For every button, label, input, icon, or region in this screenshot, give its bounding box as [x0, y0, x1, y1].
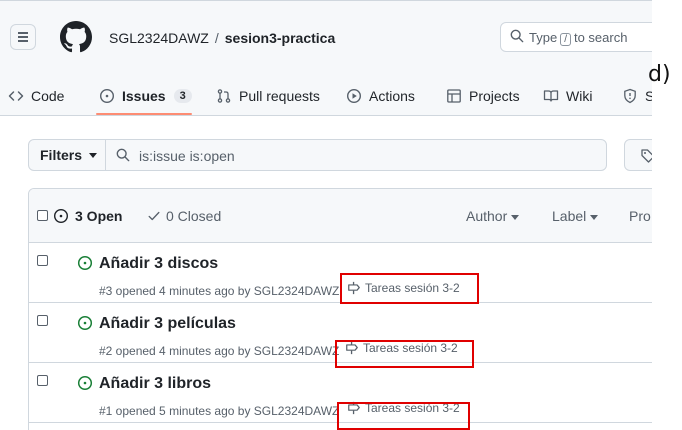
shield-icon: [624, 88, 636, 104]
table-icon: [447, 89, 461, 103]
search-input[interactable]: Type / to search: [500, 22, 652, 52]
breadcrumb-separator: /: [214, 30, 219, 46]
highlight-box: [337, 402, 470, 430]
issue-opened-icon: [77, 255, 93, 271]
git-pull-request-icon: [217, 89, 231, 103]
chevron-down-icon: [590, 214, 599, 220]
top-divider: [0, 0, 652, 1]
issue-opened-icon: [77, 375, 93, 391]
chevron-down-icon: [511, 214, 520, 220]
play-icon: [346, 88, 362, 104]
projects-filter[interactable]: Pro: [629, 208, 651, 224]
closed-issues-filter[interactable]: 0 Closed: [147, 208, 221, 224]
tab-code[interactable]: Code: [8, 76, 64, 116]
tab-issues[interactable]: Issues 3: [99, 76, 192, 116]
issue-title-link[interactable]: Añadir 3 películas: [99, 315, 236, 333]
github-logo-icon[interactable]: [60, 21, 92, 53]
issue-search-input[interactable]: is:issue is:open: [105, 139, 607, 171]
issue-checkbox[interactable]: [37, 255, 48, 266]
breadcrumb: SGL2324DAWZ / sesion3-practica: [109, 30, 335, 46]
issue-meta: #3 opened 4 minutes ago by SGL2324DAWZ: [99, 284, 340, 298]
issue-opened-icon: [53, 208, 69, 224]
code-icon: [8, 91, 24, 101]
search-placeholder: Type / to search: [529, 30, 628, 46]
search-icon: [510, 29, 524, 43]
tab-projects[interactable]: Projects: [446, 76, 520, 116]
author-filter[interactable]: Author: [466, 208, 520, 224]
issues-count-badge: 3: [173, 89, 192, 103]
annotation-label: d): [648, 62, 671, 87]
highlight-box: [335, 340, 474, 368]
labels-button[interactable]: [624, 139, 652, 171]
search-shortcut-key: /: [560, 33, 571, 46]
repo-header: SGL2324DAWZ / sesion3-practica Type / to sea…: [0, 0, 652, 116]
issue-search-query: is:issue is:open: [139, 148, 235, 164]
highlight-box: [340, 273, 479, 304]
tag-icon: [641, 149, 652, 163]
book-icon: [543, 90, 559, 102]
select-all-checkbox[interactable]: [37, 210, 48, 221]
check-icon: [148, 211, 160, 221]
issue-checkbox[interactable]: [37, 315, 48, 326]
issue-title-link[interactable]: Añadir 3 libros: [99, 375, 211, 393]
menu-icon: [18, 32, 28, 34]
search-icon: [116, 148, 130, 162]
filters-button[interactable]: Filters: [28, 139, 106, 171]
issue-meta: #2 opened 4 minutes ago by SGL2324DAWZ: [99, 344, 340, 358]
issue-opened-icon: [77, 315, 93, 331]
label-filter[interactable]: Label: [552, 208, 599, 224]
chevron-down-icon: [89, 152, 98, 158]
issue-title-link[interactable]: Añadir 3 discos: [99, 255, 218, 273]
selected-tab-underline: [96, 113, 192, 115]
menu-button[interactable]: [10, 24, 36, 50]
owner-link[interactable]: SGL2324DAWZ: [109, 30, 209, 46]
repo-link[interactable]: sesion3-practica: [225, 30, 336, 46]
issue-opened-icon: [99, 88, 115, 104]
issue-checkbox[interactable]: [37, 375, 48, 386]
tab-actions[interactable]: Actions: [346, 76, 415, 116]
open-issues-filter[interactable]: 3 Open: [53, 208, 122, 224]
tab-wiki[interactable]: Wiki: [543, 76, 592, 116]
issue-meta: #1 opened 5 minutes ago by SGL2324DAWZ: [99, 404, 340, 418]
issues-list: 3 Open 0 Closed Author Label Pro Añadir …: [28, 188, 652, 430]
issues-list-header: 3 Open 0 Closed Author Label Pro: [29, 189, 652, 243]
tab-pull-requests[interactable]: Pull requests: [216, 76, 320, 116]
github-issues-page: SGL2324DAWZ / sesion3-practica Type / to sea…: [0, 0, 652, 430]
